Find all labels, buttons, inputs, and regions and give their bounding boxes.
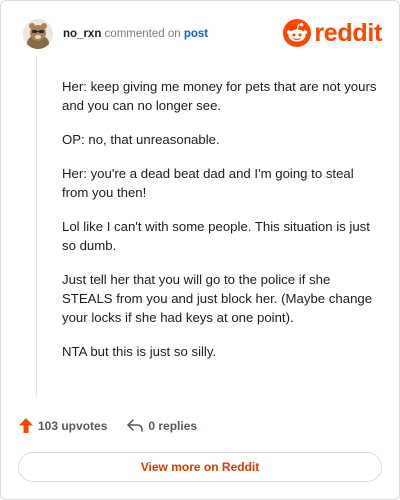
reply-count: 0 replies [148, 418, 198, 433]
thread-line [36, 57, 37, 397]
reddit-wordmark: reddit [314, 19, 382, 47]
reddit-logo[interactable]: reddit [283, 19, 382, 47]
comment-paragraph: Her: keep giving me money for pets that … [62, 79, 377, 113]
comment-header: no_rxn commented on post [63, 28, 208, 40]
avatar[interactable] [23, 19, 53, 49]
replies-button[interactable]: 0 replies [127, 419, 197, 433]
comment-paragraph: Her: you're a dead beat dad and I'm goin… [62, 166, 354, 200]
reddit-snoo-icon [283, 19, 312, 47]
username[interactable]: no_rxn [63, 28, 101, 40]
reply-arrow-icon [127, 419, 144, 432]
user-avatar-icon [23, 19, 53, 49]
comment-card: no_rxn commented on post reddit Her: kee… [0, 0, 400, 500]
comment-actions: 103 upvotes 0 replies [19, 418, 197, 433]
commented-on-label: commented on [104, 28, 181, 40]
comment-paragraph: OP: no, that unreasonable. [62, 132, 220, 147]
comment-paragraph: Lol like I can't with some people. This … [62, 219, 370, 253]
view-more-button[interactable]: View more on Reddit [18, 452, 382, 482]
comment-paragraph: Just tell her that you will go to the po… [62, 272, 373, 325]
comment-paragraph: NTA but this is just so silly. [62, 344, 217, 359]
upvote-count: 103 upvotes [38, 418, 108, 433]
post-link[interactable]: post [184, 28, 208, 40]
upvote-arrow-icon [19, 418, 33, 433]
comment-body: Her: keep giving me money for pets that … [62, 77, 378, 376]
upvote-button[interactable]: 103 upvotes [19, 418, 107, 433]
